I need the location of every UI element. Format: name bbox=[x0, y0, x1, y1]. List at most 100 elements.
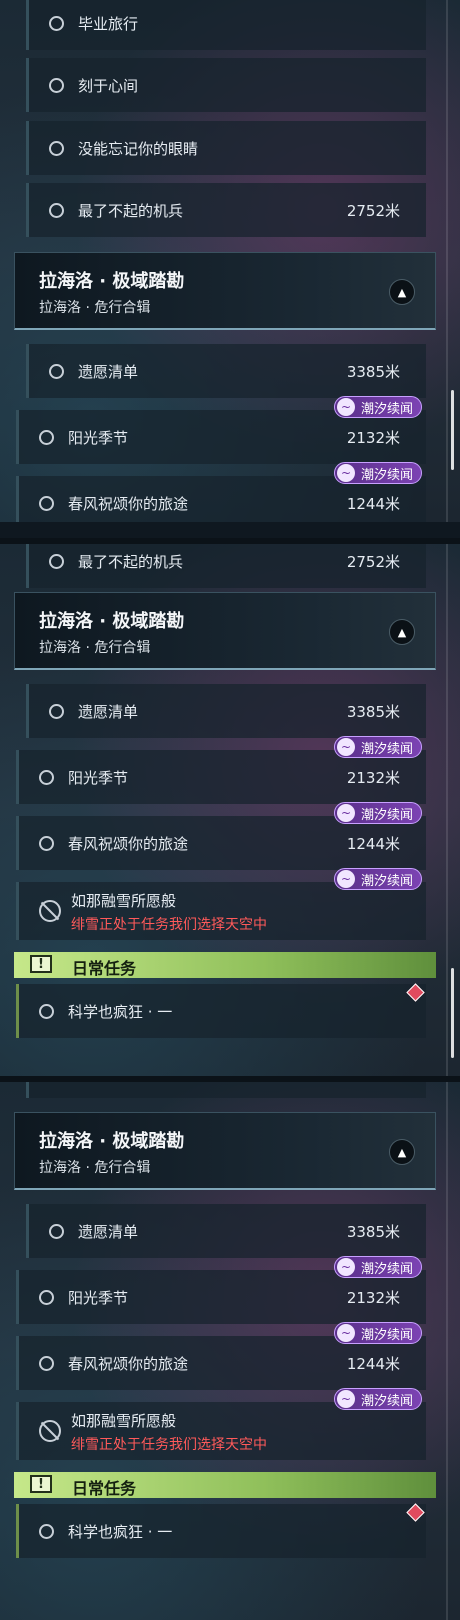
quest-status-icon bbox=[49, 703, 64, 719]
quest-label: 遗愿清单 bbox=[78, 702, 139, 721]
quest-label: 最了不起的机兵 bbox=[78, 552, 184, 571]
quest-item[interactable]: 遗愿清单 3385米 bbox=[26, 1204, 426, 1258]
badge-label: 潮汐续闻 bbox=[360, 1393, 413, 1409]
quest-label: 没能忘记你的眼睛 bbox=[78, 139, 199, 158]
quest-status-icon bbox=[49, 553, 64, 569]
tide-badge: ~ 潮汐续闻 bbox=[333, 462, 422, 484]
region-subtitle: 拉海洛 · 危行合辑 bbox=[39, 640, 151, 656]
tide-badge: ~ 潮汐续闻 bbox=[333, 396, 422, 418]
region-header[interactable]: 拉海洛 · 极域踏勘 拉海洛 · 危行合辑 ▲ bbox=[14, 252, 436, 330]
quest-fail-reason: 绯雪正处于任务我们选择天空中 bbox=[71, 1437, 267, 1453]
quest-item[interactable]: 遗愿清单 3385米 bbox=[26, 684, 426, 738]
badge-label: 潮汐续闻 bbox=[360, 467, 413, 483]
daily-section-label: 日常任务 bbox=[72, 959, 137, 978]
wave-icon: ~ bbox=[336, 870, 355, 888]
wave-icon: ~ bbox=[336, 738, 355, 756]
chevron-up-icon[interactable]: ▲ bbox=[389, 279, 415, 305]
quest-distance: 2752米 bbox=[346, 552, 400, 571]
tide-badge: ~ 潮汐续闻 bbox=[333, 868, 422, 890]
alert-icon: ! bbox=[30, 1475, 52, 1493]
quest-item[interactable]: 遗愿清单 3385米 bbox=[26, 344, 426, 398]
region-title: 拉海洛 · 极域踏勘 bbox=[39, 271, 185, 292]
badge-label: 潮汐续闻 bbox=[360, 401, 413, 417]
badge-label: 潮汐续闻 bbox=[360, 1327, 413, 1343]
scrollbar[interactable] bbox=[451, 968, 454, 1058]
badge-label: 潮汐续闻 bbox=[360, 873, 413, 889]
quest-item[interactable]: ~ 潮汐续闻 阳光季节 2132米 bbox=[16, 736, 426, 804]
quest-label: 刻于心间 bbox=[78, 76, 139, 95]
quest-fail-reason: 绯雪正处于任务我们选择天空中 bbox=[71, 917, 267, 933]
quest-distance: 2752米 bbox=[346, 201, 400, 220]
quest-label: 遗愿清单 bbox=[78, 362, 139, 381]
tide-badge: ~ 潮汐续闻 bbox=[333, 802, 422, 824]
quest-item[interactable]: 没能忘记你的眼睛 bbox=[26, 121, 426, 175]
quest-status-icon bbox=[39, 1523, 54, 1539]
quest-distance: 1244米 bbox=[346, 1354, 400, 1373]
tide-badge: ~ 潮汐续闻 bbox=[333, 1256, 422, 1278]
quest-label: 遗愿清单 bbox=[78, 1222, 139, 1241]
quest-label: 科学也疯狂 · 一 bbox=[68, 1522, 173, 1541]
wave-icon: ~ bbox=[336, 1390, 355, 1408]
quest-item[interactable]: 毕业旅行 bbox=[26, 0, 426, 50]
tide-badge: ~ 潮汐续闻 bbox=[333, 1322, 422, 1344]
region-subtitle: 拉海洛 · 危行合辑 bbox=[39, 1160, 151, 1176]
blocked-icon bbox=[39, 1420, 61, 1442]
region-title: 拉海洛 · 极域踏勘 bbox=[39, 1131, 185, 1152]
quest-label: 阳光季节 bbox=[68, 1288, 129, 1307]
quest-label: 春风祝颂你的旅途 bbox=[68, 834, 189, 853]
region-header[interactable]: 拉海洛 · 极域踏勘 拉海洛 · 危行合辑 ▲ bbox=[14, 1112, 436, 1190]
failed-quest-item[interactable]: ~ 潮汐续闻 如那融雪所愿般 绯雪正处于任务我们选择天空中 bbox=[16, 868, 426, 940]
chevron-up-icon[interactable]: ▲ bbox=[389, 1139, 415, 1165]
chevron-up-icon[interactable]: ▲ bbox=[389, 619, 415, 645]
quest-status-icon bbox=[49, 140, 64, 156]
quest-status-icon bbox=[39, 835, 54, 851]
wave-icon: ~ bbox=[336, 1324, 355, 1342]
quest-label: 春风祝颂你的旅途 bbox=[68, 494, 189, 513]
quest-item[interactable]: 刻于心间 bbox=[26, 58, 426, 112]
scrollbar[interactable] bbox=[451, 390, 454, 470]
quest-item[interactable]: ~ 潮汐续闻 春风祝颂你的旅途 1244米 bbox=[16, 462, 426, 522]
quest-distance: 3385米 bbox=[346, 1222, 400, 1241]
daily-quest-item[interactable]: 科学也疯狂 · 一 bbox=[16, 1503, 426, 1558]
quest-distance: 1244米 bbox=[346, 494, 400, 513]
daily-section-header[interactable]: ! 日常任务 bbox=[14, 952, 436, 978]
daily-quest-item[interactable]: 科学也疯狂 · 一 bbox=[16, 983, 426, 1038]
wave-icon: ~ bbox=[336, 1258, 355, 1276]
quest-label: 如那融雪所愿般 bbox=[71, 1412, 177, 1430]
quest-distance: 2132米 bbox=[346, 768, 400, 787]
quest-panel-2: 最了不起的机兵 2752米 拉海洛 · 极域踏勘 拉海洛 · 危行合辑 ▲ 遗愿… bbox=[0, 544, 460, 1076]
blocked-icon bbox=[39, 900, 61, 922]
quest-label: 最了不起的机兵 bbox=[78, 201, 184, 220]
quest-item[interactable]: 最了不起的机兵 2752米 bbox=[26, 544, 426, 588]
region-title: 拉海洛 · 极域踏勘 bbox=[39, 611, 185, 632]
diamond-marker-icon bbox=[406, 983, 425, 1002]
quest-distance: 3385米 bbox=[346, 362, 400, 381]
quest-item[interactable]: 最了不起的机兵 2752米 bbox=[26, 183, 426, 237]
badge-label: 潮汐续闻 bbox=[360, 1261, 413, 1277]
region-subtitle: 拉海洛 · 危行合辑 bbox=[39, 300, 151, 316]
quest-item[interactable]: ~ 潮汐续闻 春风祝颂你的旅途 1244米 bbox=[16, 802, 426, 870]
quest-label: 毕业旅行 bbox=[78, 14, 139, 33]
wave-icon: ~ bbox=[336, 464, 355, 482]
alert-icon: ! bbox=[30, 955, 52, 973]
region-header[interactable]: 拉海洛 · 极域踏勘 拉海洛 · 危行合辑 ▲ bbox=[14, 592, 436, 670]
quest-distance: 3385米 bbox=[346, 702, 400, 721]
quest-item[interactable]: ~ 潮汐续闻 阳光季节 2132米 bbox=[16, 396, 426, 464]
quest-distance: 2132米 bbox=[346, 1288, 400, 1307]
quest-status-icon bbox=[39, 1003, 54, 1019]
quest-status-icon bbox=[39, 1355, 54, 1371]
quest-item-partial bbox=[26, 1082, 426, 1098]
quest-status-icon bbox=[49, 363, 64, 379]
wave-icon: ~ bbox=[336, 804, 355, 822]
quest-distance: 2132米 bbox=[346, 428, 400, 447]
wave-icon: ~ bbox=[336, 398, 355, 416]
quest-status-icon bbox=[49, 202, 64, 218]
quest-panel-1: 毕业旅行 刻于心间 没能忘记你的眼睛 最了不起的机兵 2752米 拉海洛 · 极… bbox=[0, 0, 460, 522]
quest-status-icon bbox=[39, 769, 54, 785]
quest-item[interactable]: ~ 潮汐续闻 春风祝颂你的旅途 1244米 bbox=[16, 1322, 426, 1390]
daily-section-header[interactable]: ! 日常任务 bbox=[14, 1472, 436, 1498]
failed-quest-item[interactable]: ~ 潮汐续闻 如那融雪所愿般 绯雪正处于任务我们选择天空中 bbox=[16, 1388, 426, 1460]
quest-item[interactable]: ~ 潮汐续闻 阳光季节 2132米 bbox=[16, 1256, 426, 1324]
quest-distance: 1244米 bbox=[346, 834, 400, 853]
quest-label: 阳光季节 bbox=[68, 768, 129, 787]
